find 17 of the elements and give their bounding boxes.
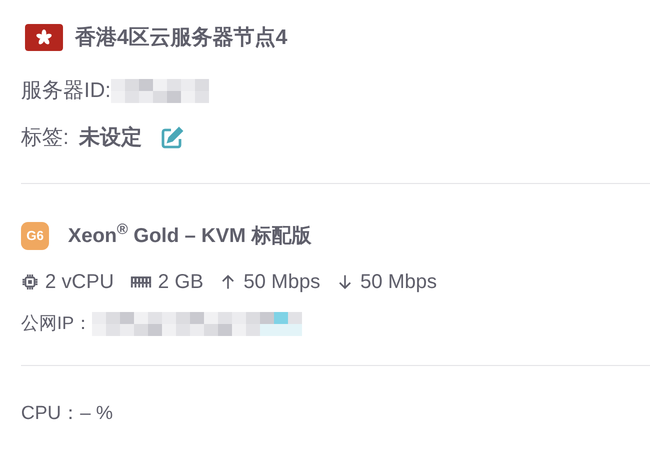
- server-name: 香港4区云服务器节点4: [75, 25, 288, 51]
- spec-value: 50 Mbps: [360, 270, 437, 294]
- cpu-usage: – %: [80, 402, 113, 426]
- chip-icon: [21, 272, 39, 290]
- memory-icon: [130, 274, 152, 288]
- cpu-label: CPU：: [21, 402, 80, 426]
- edit-icon[interactable]: [160, 126, 184, 150]
- generation-badge: G6: [21, 222, 49, 250]
- spec-value: 50 Mbps: [243, 270, 320, 294]
- tag-label: 标签:: [21, 124, 69, 151]
- spec-value: 2 vCPU: [45, 270, 114, 294]
- tag-value: 未设定: [78, 124, 142, 151]
- server-id-label: 服务器ID:: [21, 78, 111, 104]
- public-ip-label: 公网IP：: [21, 312, 92, 335]
- flag-icon: [25, 24, 63, 52]
- spec-value: 2 GB: [158, 270, 204, 294]
- plan-title: Xeon$^{®}$ Gold – KVM 标配版: [68, 220, 312, 248]
